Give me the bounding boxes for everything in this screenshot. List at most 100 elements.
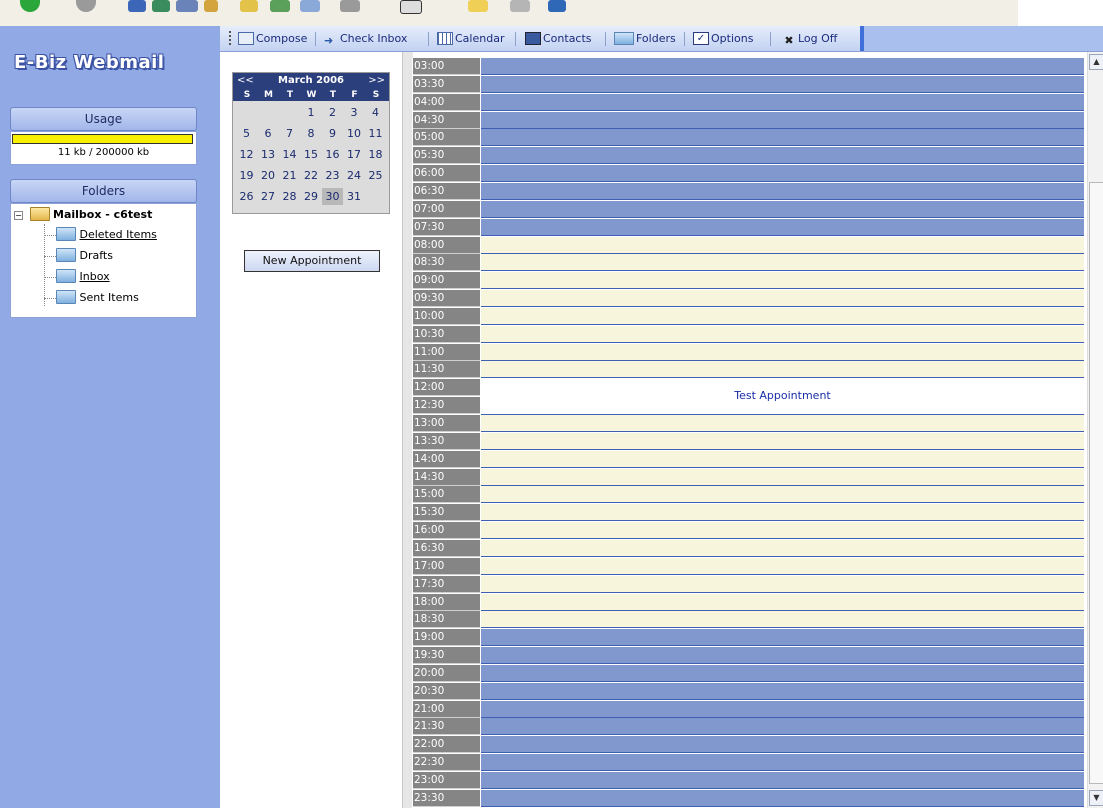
calendar-day[interactable]: 11 [365,125,386,142]
slot-cell[interactable] [481,647,1084,665]
time-slot[interactable]: 11:00 [412,343,1085,361]
slot-cell[interactable] [481,361,1084,379]
menu-log-off[interactable]: ✖ Log Off [782,31,837,47]
time-slot[interactable]: 15:30 [412,504,1085,522]
time-slot[interactable]: 22:00 [412,736,1085,754]
home-icon[interactable] [176,0,198,12]
time-slot[interactable]: 06:00 [412,165,1085,183]
calendar-day[interactable]: 10 [344,125,365,142]
time-slot[interactable]: 17:30 [412,575,1085,593]
folders-header[interactable]: Folders [10,179,197,203]
calendar-day[interactable]: 31 [344,188,365,205]
menu-check-inbox[interactable]: ➜ Check Inbox [324,31,407,47]
time-slot[interactable]: 09:30 [412,290,1085,308]
slot-cell[interactable] [481,58,1084,75]
time-slot[interactable]: 04:30 [412,111,1085,129]
slot-cell[interactable] [481,539,1084,557]
slot-cell[interactable] [481,486,1084,504]
time-slot[interactable]: 09:00 [412,272,1085,290]
calendar-day[interactable]: 15 [301,146,322,163]
scroll-up-icon[interactable]: ▲ [1089,54,1103,70]
folder-sent-items[interactable]: Sent Items [56,288,139,308]
slot-cell[interactable] [481,147,1084,165]
time-slot[interactable]: 11:30 [412,361,1085,379]
appointment-block[interactable]: Test Appointment [481,379,1084,415]
calendar-day[interactable]: 6 [258,125,279,142]
time-slot[interactable]: 19:30 [412,647,1085,665]
slot-cell[interactable] [481,111,1084,129]
time-slot[interactable]: 05:00 [412,129,1085,147]
folder-label[interactable]: Sent Items [80,291,139,304]
calendar-day[interactable]: 17 [344,146,365,163]
slot-cell[interactable] [481,468,1084,486]
slot-cell[interactable] [481,218,1084,236]
time-slot[interactable]: 08:00 [412,236,1085,254]
window-icon[interactable] [400,0,422,14]
time-slot[interactable]: 18:00 [412,593,1085,611]
tree-root[interactable]: − Mailbox - c6test [14,205,152,225]
stop-icon[interactable] [128,0,146,12]
folder-label[interactable]: Inbox [80,270,110,283]
slot-cell[interactable] [481,182,1084,200]
menu-options[interactable]: ✓ Options [693,31,753,47]
time-slot[interactable]: 13:00 [412,415,1085,432]
slot-cell[interactable] [481,682,1084,700]
slot-cell[interactable] [481,611,1084,629]
calendar-tb-icon[interactable] [510,0,530,12]
slot-cell[interactable] [481,450,1084,468]
folder-deleted-items[interactable]: Deleted Items [56,225,157,245]
calendar-day[interactable]: 13 [258,146,279,163]
refresh-icon[interactable] [152,0,170,12]
time-slot[interactable]: 20:00 [412,664,1085,682]
slot-cell[interactable] [481,165,1084,183]
calendar-day[interactable]: 14 [279,146,300,163]
slot-cell[interactable] [481,772,1084,789]
calendar-day[interactable]: 3 [344,104,365,121]
slot-cell[interactable] [481,593,1084,611]
calendar-day[interactable]: 27 [258,188,279,205]
folder-label[interactable]: Deleted Items [80,228,157,241]
time-slot[interactable]: 15:00 [412,486,1085,504]
slot-cell[interactable] [481,504,1084,522]
calendar-day[interactable]: 19 [236,167,257,184]
folder-drafts[interactable]: Drafts [56,246,113,266]
scroll-down-icon[interactable]: ▼ [1089,790,1103,806]
calendar-day[interactable]: 21 [279,167,300,184]
calendar-day[interactable]: 12 [236,146,257,163]
calendar-day[interactable]: 20 [258,167,279,184]
slot-cell[interactable] [481,343,1084,361]
globe-icon[interactable] [548,0,566,12]
calendar-day[interactable]: 8 [301,125,322,142]
calendar-day[interactable]: 28 [279,188,300,205]
calendar-day[interactable]: 1 [301,104,322,121]
forward-icon[interactable] [76,0,96,12]
collapse-icon[interactable]: − [14,210,23,220]
time-slot[interactable]: 19:00 [412,629,1085,647]
new-appointment-button[interactable]: New Appointment [244,250,380,272]
folder-label[interactable]: Drafts [80,249,113,262]
toolbar-grip[interactable] [229,31,233,45]
time-slot[interactable]: 18:30 [412,611,1085,629]
calendar-day[interactable]: 23 [322,167,343,184]
slot-cell[interactable] [481,718,1084,736]
slot-cell[interactable] [481,754,1084,772]
calendar-day[interactable]: 9 [322,125,343,142]
time-slot[interactable]: 23:00 [412,772,1085,789]
calendar-day[interactable]: 18 [365,146,386,163]
time-slot[interactable]: 14:30 [412,468,1085,486]
time-slot[interactable]: 03:30 [412,75,1085,93]
scrollbar[interactable]: ▲ ▼ [1087,52,1103,808]
calendar-day[interactable]: 30 [322,188,343,205]
mail-icon[interactable] [300,0,320,12]
slot-cell[interactable] [481,736,1084,754]
slot-cell[interactable] [481,415,1084,432]
calendar-day[interactable]: 25 [365,167,386,184]
calendar-day[interactable]: 16 [322,146,343,163]
time-slot[interactable]: 21:00 [412,700,1085,718]
slot-cell[interactable] [481,272,1084,290]
slot-cell[interactable] [481,93,1084,111]
time-slot[interactable]: 23:30 [412,789,1085,807]
print-icon[interactable] [340,0,360,12]
slot-cell[interactable] [481,664,1084,682]
calendar-day[interactable]: 26 [236,188,257,205]
